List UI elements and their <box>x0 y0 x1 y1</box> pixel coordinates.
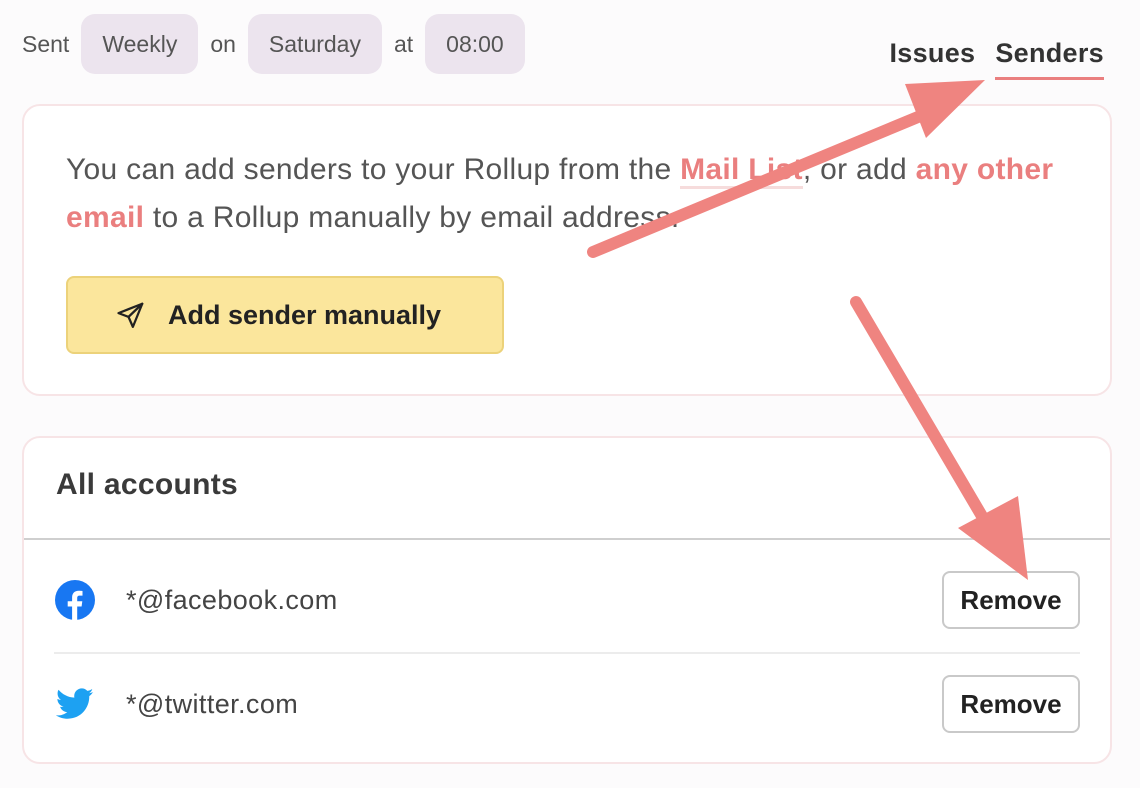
send-icon <box>117 302 144 328</box>
on-label: on <box>210 30 236 57</box>
info-text-2: , or add <box>802 153 916 186</box>
accounts-title: All accounts <box>56 468 238 501</box>
add-sender-label: Add sender manually <box>168 299 442 330</box>
add-senders-info: You can add senders to your Rollup from … <box>66 146 1066 242</box>
tab-bar: Issues Senders <box>869 38 1104 80</box>
list-item: *@facebook.com Remove <box>54 550 1080 650</box>
sender-address: *@facebook.com <box>126 584 338 615</box>
time-select[interactable]: 08:00 <box>425 14 525 74</box>
schedule-bar: Sent Weekly on Saturday at 08:00 <box>22 14 537 74</box>
at-label: at <box>393 30 414 57</box>
accounts-card: All accounts *@facebook.com Remove *@twi… <box>22 436 1112 764</box>
info-text-1: You can add senders to your Rollup from … <box>66 153 681 186</box>
twitter-icon <box>54 683 96 725</box>
facebook-icon <box>54 579 96 621</box>
add-sender-manually-button[interactable]: Add sender manually <box>66 276 504 354</box>
remove-button[interactable]: Remove <box>942 571 1080 629</box>
sender-address: *@twitter.com <box>126 688 299 719</box>
tab-issues[interactable]: Issues <box>889 38 975 80</box>
list-item: *@twitter.com Remove <box>54 652 1080 754</box>
frequency-select[interactable]: Weekly <box>81 14 199 74</box>
day-select[interactable]: Saturday <box>247 14 382 74</box>
remove-button[interactable]: Remove <box>942 675 1080 733</box>
info-text-3: to a Rollup manually by email address. <box>144 201 680 234</box>
add-senders-card: You can add senders to your Rollup from … <box>22 104 1112 396</box>
mail-list-link[interactable]: Mail List <box>680 153 803 189</box>
divider <box>24 538 1110 540</box>
tab-senders[interactable]: Senders <box>995 38 1104 80</box>
sent-label: Sent <box>22 30 70 57</box>
